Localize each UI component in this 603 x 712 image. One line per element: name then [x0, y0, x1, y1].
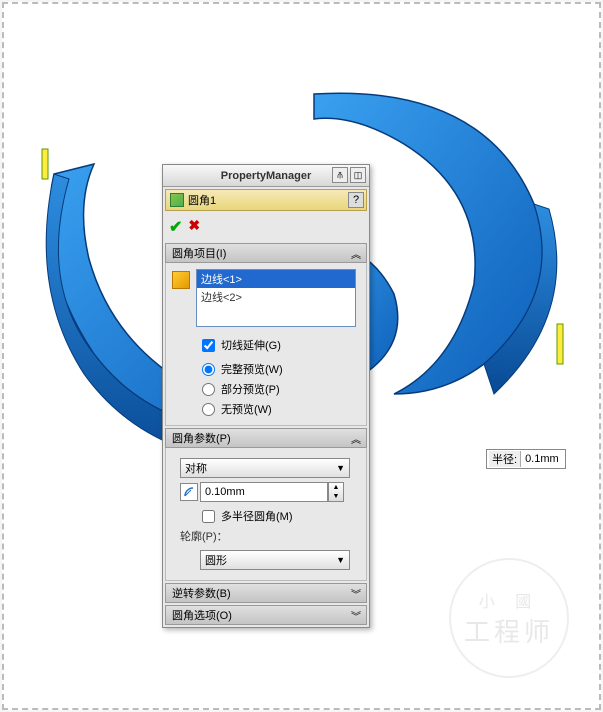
edge-select-icon [172, 271, 190, 289]
section-params-header[interactable]: 圆角参数(P) ︽ [165, 428, 367, 448]
watermark: 小 國 工程师 [449, 558, 569, 678]
list-item[interactable]: 边线<2> [197, 288, 355, 306]
tangent-checkbox[interactable] [202, 339, 215, 352]
feature-name: 圆角1 [188, 192, 216, 208]
radius-callout[interactable]: 半径: 0.1mm [486, 449, 566, 469]
ok-button[interactable]: ✔ [169, 217, 182, 237]
expand-icon: ︾ [351, 586, 361, 601]
symmetry-dropdown[interactable]: 对称▼ [180, 458, 350, 478]
multi-radius-checkbox[interactable] [202, 510, 215, 523]
radius-input[interactable] [200, 482, 328, 502]
no-preview-radio[interactable] [202, 403, 215, 416]
list-item[interactable]: 边线<1> [197, 270, 355, 288]
radius-icon [180, 483, 198, 501]
panel-title: PropertyManager [221, 170, 311, 182]
pushpin-button[interactable]: ⫚ [332, 167, 348, 183]
chevron-down-icon: ▼ [336, 463, 345, 473]
callout-value: 0.1mm [521, 453, 563, 465]
fillet-icon [170, 193, 184, 207]
section-items-header[interactable]: 圆角项目(I) ︽ [165, 243, 367, 263]
edges-listbox[interactable]: 边线<1> 边线<2> [196, 269, 356, 327]
partial-preview-radio[interactable] [202, 383, 215, 396]
expand-icon: ︾ [351, 608, 361, 623]
spin-up[interactable]: ▲ [329, 483, 343, 492]
layout-button[interactable]: ◫ [350, 167, 366, 183]
spin-down[interactable]: ▼ [329, 492, 343, 501]
collapse-icon: ︽ [351, 431, 361, 446]
collapse-icon: ︽ [351, 246, 361, 261]
callout-label: 半径: [489, 451, 521, 467]
profile-label: 轮廓(P)： [172, 526, 360, 546]
property-manager-panel: PropertyManager ⫚ ◫ 圆角1 ? ✔ ✖ 圆角项目(I) ︽ … [162, 164, 370, 628]
section-options-header[interactable]: 圆角选项(O) ︾ [165, 605, 367, 625]
feature-name-row: 圆角1 ? [165, 189, 367, 211]
chevron-down-icon: ▼ [336, 555, 345, 565]
section-reverse-header[interactable]: 逆转参数(B) ︾ [165, 583, 367, 603]
panel-titlebar: PropertyManager ⫚ ◫ [163, 165, 369, 187]
help-button[interactable]: ? [348, 192, 364, 208]
full-preview-radio[interactable] [202, 363, 215, 376]
cancel-button[interactable]: ✖ [188, 217, 200, 237]
profile-dropdown[interactable]: 圆形▼ [200, 550, 350, 570]
